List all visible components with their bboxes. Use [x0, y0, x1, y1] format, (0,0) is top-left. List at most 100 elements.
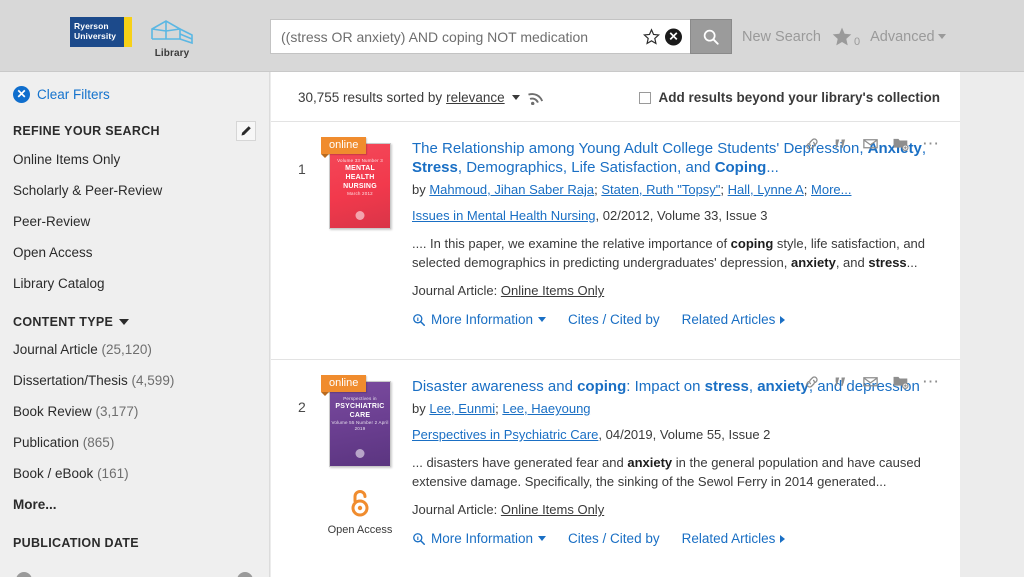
facet-content-type-journal-article[interactable]: Journal Article (25,120): [0, 342, 269, 357]
facet-count: (161): [97, 466, 129, 481]
search-input[interactable]: [271, 28, 690, 45]
result-body: The Relationship among Young Adult Colle…: [406, 139, 940, 327]
result-item: 2 Perspectives in PSYCHIATRIC CARE Volume 5…: [271, 359, 960, 562]
publication-date-slider[interactable]: [16, 572, 253, 577]
facet-quick-open-access[interactable]: Open Access: [0, 245, 269, 260]
facet-content-type-publication[interactable]: Publication (865): [0, 435, 269, 450]
star-filled-icon: [832, 27, 852, 45]
sort-by-dropdown[interactable]: relevance: [446, 90, 505, 105]
facet-count: (3,177): [95, 404, 139, 419]
quote-icon[interactable]: [833, 374, 849, 390]
results-panel: 30,755 results sorted by relevance Add r…: [271, 72, 960, 577]
envelope-icon[interactable]: [862, 373, 879, 390]
result-authors: by Mahmoud, Jihan Saber Raja; Staten, Ru…: [412, 182, 852, 197]
thumbnail-wrap[interactable]: Perspectives in PSYCHIATRIC CARE Volume 55…: [321, 375, 391, 467]
facet-label: Book / eBook: [13, 466, 98, 481]
quote-icon[interactable]: [833, 136, 849, 152]
beyond-collection-checkbox[interactable]: [639, 91, 652, 104]
edit-filters-button[interactable]: [236, 121, 256, 141]
saved-items-button[interactable]: 0: [831, 26, 860, 48]
cites-cited-by-link[interactable]: Cites / Cited by: [568, 312, 660, 327]
journal-link[interactable]: Issues in Mental Health Nursing: [412, 208, 596, 223]
result-source: Perspectives in Psychiatric Care, 04/201…: [412, 427, 930, 442]
author-link[interactable]: Mahmoud, Jihan Saber Raja: [429, 182, 594, 197]
content-type-header[interactable]: CONTENT TYPE: [0, 315, 269, 329]
facet-label: Book Review: [13, 404, 96, 419]
link-icon[interactable]: [804, 374, 820, 390]
thumbnail-wrap[interactable]: Volume 33 Number 3 MENTAL HEALTH NURSING Mar…: [321, 137, 391, 229]
facet-content-type-book-ebook[interactable]: Book / eBook (161): [0, 466, 269, 481]
clear-filters-button[interactable]: ✕ Clear Filters: [0, 86, 269, 103]
related-articles-label: Related Articles: [681, 531, 776, 546]
ellipsis-icon[interactable]: ⋯: [922, 373, 940, 390]
cover-emblem: [355, 211, 365, 220]
result-number: 2: [298, 399, 306, 415]
related-articles-label: Related Articles: [681, 312, 776, 327]
chevron-down-icon: [119, 319, 130, 325]
beyond-collection-toggle[interactable]: Add results beyond your library's collec…: [639, 90, 940, 105]
brand-logos[interactable]: Ryerson University Library: [70, 17, 198, 61]
open-access-label: Open Access: [327, 524, 393, 536]
folder-add-icon[interactable]: [892, 373, 909, 390]
more-information-button[interactable]: More Information: [412, 531, 547, 546]
result-source: Issues in Mental Health Nursing, 02/2012…: [412, 208, 930, 223]
result-cover-image[interactable]: Perspectives in PSYCHIATRIC CARE Volume 55…: [329, 381, 391, 467]
result-actions: More Information Cites / Cited by Related …: [412, 531, 930, 546]
envelope-icon[interactable]: [862, 135, 879, 152]
ellipsis-icon[interactable]: ⋯: [922, 135, 940, 152]
slider-handle-min[interactable]: [16, 572, 32, 577]
magnifier-info-icon: [413, 532, 425, 545]
author-link[interactable]: Lee, Eunmi: [429, 401, 495, 416]
facet-count: (4,599): [131, 373, 175, 388]
availability-link[interactable]: Online Items Only: [501, 283, 604, 298]
related-articles-link[interactable]: Related Articles: [682, 531, 786, 546]
ryerson-university-logo[interactable]: Ryerson University: [70, 17, 132, 47]
results-count-text: 30,755 results sorted by: [298, 90, 443, 105]
facet-quick-library-catalog[interactable]: Library Catalog: [0, 276, 269, 291]
journal-link[interactable]: Perspectives in Psychiatric Care: [412, 427, 598, 442]
author-link[interactable]: Hall, Lynne A: [728, 182, 804, 197]
facet-quick-scholarly-peer-review[interactable]: Scholarly & Peer-Review: [0, 183, 269, 198]
result-tools: ⋯: [804, 135, 940, 152]
slider-handle-max[interactable]: [237, 572, 253, 577]
rss-icon[interactable]: [527, 90, 543, 106]
result-body: Disaster awareness and coping: Impact on…: [406, 377, 940, 546]
author-link[interactable]: Lee, Haeyoung: [502, 401, 590, 416]
library-logo[interactable]: Library: [146, 17, 198, 61]
results-toolbar: 30,755 results sorted by relevance Add r…: [271, 72, 960, 106]
facet-content-type-book-review[interactable]: Book Review (3,177): [0, 404, 269, 419]
online-badge: online: [321, 375, 367, 396]
facet-quick-online-items-only[interactable]: Online Items Only: [0, 152, 269, 167]
ryerson-yellow-bar: [124, 17, 132, 47]
facet-label: Online Items Only: [13, 152, 121, 167]
new-search-link[interactable]: New Search: [742, 29, 821, 45]
result-thumbnail-column: Perspectives in PSYCHIATRIC CARE Volume 55…: [314, 375, 406, 546]
ryerson-line-2: University: [74, 31, 117, 41]
open-access-lock-icon: [351, 490, 369, 517]
author-link[interactable]: Staten, Ruth "Topsy": [601, 182, 720, 197]
results-list: 1 Volume 33 Number 3 MENTAL HEALTH NURSING Ma…: [271, 121, 960, 562]
facet-quick-peer-review[interactable]: Peer-Review: [0, 214, 269, 229]
clear-search-icon[interactable]: ✕: [665, 28, 682, 45]
facet-label: Scholarly & Peer-Review: [13, 183, 163, 198]
publication-date-title: PUBLICATION DATE: [13, 536, 139, 550]
folder-add-icon[interactable]: [892, 135, 909, 152]
save-search-star-icon[interactable]: [642, 27, 661, 45]
clear-filters-icon: ✕: [13, 86, 30, 103]
content-type-more-button[interactable]: More...: [0, 497, 269, 512]
ryerson-wordmark: Ryerson University: [70, 17, 124, 47]
cites-cited-by-label: Cites / Cited by: [568, 531, 660, 546]
facet-content-type-dissertation-thesis[interactable]: Dissertation/Thesis (4,599): [0, 373, 269, 388]
chevron-right-icon: [780, 534, 786, 543]
more-information-button[interactable]: More Information: [412, 312, 547, 327]
advanced-search-link[interactable]: Advanced: [870, 29, 946, 45]
author-link[interactable]: More...: [811, 182, 851, 197]
link-icon[interactable]: [804, 136, 820, 152]
search-submit-button[interactable]: [690, 19, 732, 54]
result-cover-image[interactable]: Volume 33 Number 3 MENTAL HEALTH NURSING Mar…: [329, 143, 391, 229]
related-articles-link[interactable]: Related Articles: [682, 312, 786, 327]
more-information-label: More Information: [431, 312, 534, 327]
availability-link[interactable]: Online Items Only: [501, 502, 604, 517]
cites-cited-by-link[interactable]: Cites / Cited by: [568, 531, 660, 546]
advanced-search-label: Advanced: [870, 28, 935, 45]
